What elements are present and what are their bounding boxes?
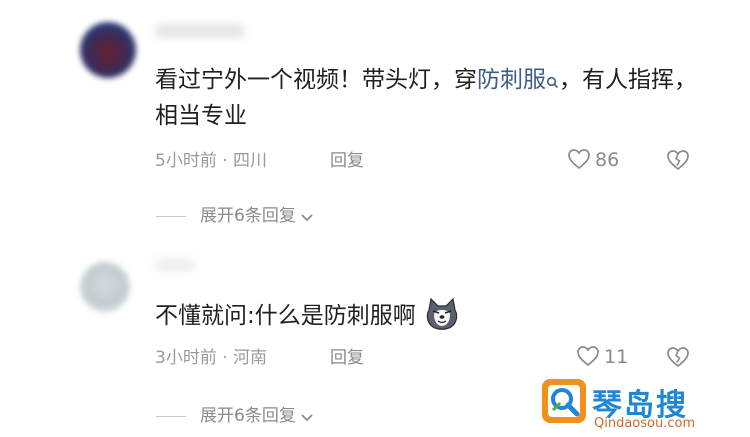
reply-button[interactable]: 回复 [330,150,364,172]
search-icon[interactable] [546,65,559,99]
meta-separator: · [216,348,234,368]
meta-separator: · [216,151,234,171]
chevron-down-icon [301,414,313,422]
location: 四川 [233,151,268,171]
avatar[interactable] [80,22,136,78]
reply-button[interactable]: 回复 [330,347,364,369]
comment-text-part: 看过宁外一个视频！带头灯，穿 [155,67,477,93]
broken-heart-icon [667,347,689,368]
location: 河南 [233,348,268,368]
dislike-button[interactable] [666,346,690,372]
expand-replies-button[interactable]: 展开6条回复 [156,401,314,426]
comment-meta: 5小时前 · 四川 [155,150,267,172]
chevron-down-icon [301,214,313,222]
heart-icon [577,346,599,367]
comment-meta: 3小时前 · 河南 [155,347,267,369]
comment-text: 不懂就问:什么是防刺服啊 [155,297,715,341]
search-link[interactable]: 防刺服 [477,67,546,93]
heart-icon [568,149,590,170]
watermark-url: Qindaosou.com [594,416,696,431]
like-count: 11 [604,346,629,368]
avatar[interactable] [80,262,130,312]
divider-line [156,215,186,217]
username-blurred[interactable] [155,24,245,38]
broken-heart-icon [667,150,689,171]
dislike-button[interactable] [666,149,690,175]
comment-text-part: 不懂就问:什么是防刺服啊 [155,303,416,329]
like-button[interactable]: 86 [567,148,619,171]
like-button[interactable]: 11 [576,345,628,368]
timestamp: 3小时前 [155,348,217,368]
expand-replies-button[interactable]: 展开6条回复 [156,201,314,226]
expand-replies-label: 展开6条回复 [200,406,296,426]
comment-text: 看过宁外一个视频！带头灯，穿防刺服 ，有人指挥，相当专业 [155,63,715,133]
like-count: 86 [595,149,620,171]
timestamp: 5小时前 [155,151,217,171]
watermark-logo-icon [540,377,588,429]
divider-line [156,415,186,417]
username-blurred[interactable] [155,258,195,272]
dog-face-icon [424,297,460,341]
expand-replies-label: 展开6条回复 [200,206,296,226]
